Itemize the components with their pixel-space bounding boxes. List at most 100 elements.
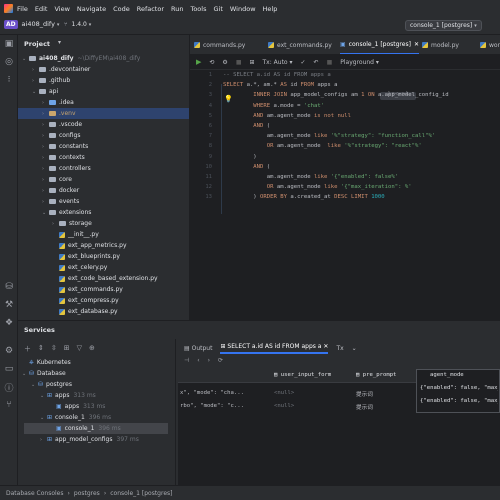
service-item[interactable]: ⌄ ⊞ apps 313 ms bbox=[40, 390, 96, 401]
python-console-icon[interactable]: ❖ bbox=[0, 314, 18, 332]
tree-item[interactable]: › .devcontainer bbox=[32, 64, 90, 75]
menu-item-window[interactable]: Window bbox=[230, 5, 256, 13]
chevron-icon[interactable]: › bbox=[42, 199, 49, 205]
stop-icon[interactable]: ■ bbox=[236, 59, 242, 66]
service-item[interactable]: ⌄ ⛁ Database bbox=[22, 368, 66, 379]
service-item[interactable]: ⌄ ⊞ console_1 396 ms bbox=[40, 412, 111, 423]
editor-tab[interactable]: commands.py bbox=[194, 35, 245, 54]
project-switcher[interactable]: AD ai408_dify ▾ bbox=[4, 20, 59, 29]
tx-icon[interactable]: Tx bbox=[336, 345, 343, 352]
chevron-icon[interactable]: ⌄ bbox=[40, 415, 47, 421]
terminal-tool-icon[interactable]: ▭ bbox=[0, 360, 18, 378]
add-icon[interactable]: ＋ bbox=[24, 344, 31, 354]
service-item[interactable]: ⌄ ⛁ postgres bbox=[31, 379, 72, 390]
menu-item-file[interactable]: File bbox=[17, 5, 28, 13]
chevron-icon[interactable]: › bbox=[32, 67, 39, 73]
service-item[interactable]: ⎈ Kubernetes bbox=[22, 357, 71, 368]
run-config-selector[interactable]: console_1 [postgres] ▾ bbox=[405, 20, 482, 31]
tree-item[interactable]: ext_commands.py bbox=[52, 284, 123, 295]
chevron-icon[interactable]: › bbox=[42, 155, 49, 161]
grid-cell[interactable]: x", "mode": "cha... bbox=[180, 390, 274, 396]
execute-icon[interactable]: ▶ bbox=[196, 58, 201, 66]
tree-item[interactable]: › .idea bbox=[42, 97, 74, 108]
tx-mode-selector[interactable]: Tx: Auto ▾ bbox=[263, 59, 293, 66]
settings-icon[interactable]: ⚙ bbox=[222, 59, 227, 66]
tree-item[interactable]: › .vscode bbox=[42, 119, 82, 130]
tree-item[interactable]: › .github bbox=[32, 75, 70, 86]
close-icon[interactable]: ✕ bbox=[323, 343, 328, 350]
chevron-icon[interactable]: › bbox=[40, 437, 47, 443]
tree-item[interactable]: ⌄ extensions bbox=[42, 207, 91, 218]
navigate-icon[interactable]: ⊣ bbox=[184, 357, 189, 364]
chevron-icon[interactable]: ⌄ bbox=[42, 210, 49, 216]
branch-switcher[interactable]: ⑂ 1.4.0 ▾ bbox=[64, 21, 91, 28]
chevron-icon[interactable]: ⌄ bbox=[32, 89, 39, 95]
service-item[interactable]: ▣ console_1 396 ms bbox=[24, 423, 168, 434]
chevron-icon[interactable]: ⌄ bbox=[22, 371, 29, 377]
tree-item[interactable]: ⌄ ai408_dify ~\DiffyEM\ai408_dify bbox=[22, 53, 140, 64]
menu-item-help[interactable]: Help bbox=[263, 5, 278, 13]
grid-cell[interactable]: 提示词 bbox=[356, 390, 418, 398]
tree-item[interactable]: ext_celery.py bbox=[52, 262, 107, 273]
breadcrumb-item[interactable]: Database Consoles bbox=[6, 490, 63, 497]
tree-item[interactable]: ext_app_metrics.py bbox=[52, 240, 127, 251]
grid-cell[interactable]: rbo", "mode": "c... bbox=[180, 403, 274, 409]
problems-tool-icon[interactable]: ⓘ bbox=[0, 378, 18, 396]
editor-tab[interactable]: model.py bbox=[422, 35, 459, 54]
tree-item[interactable]: __init__.py bbox=[52, 229, 99, 240]
tree-item[interactable]: › storage bbox=[52, 218, 92, 229]
grid-cell[interactable]: <null> bbox=[274, 390, 356, 396]
tree-item[interactable]: › events bbox=[42, 196, 79, 207]
chevron-icon[interactable]: › bbox=[42, 166, 49, 172]
chevron-icon[interactable]: › bbox=[42, 111, 49, 117]
tree-item[interactable]: ext_blueprints.py bbox=[52, 251, 120, 262]
new-icon[interactable]: ⊕ bbox=[89, 344, 95, 354]
close-icon[interactable]: ✕ bbox=[414, 41, 419, 48]
chevron-down-icon[interactable]: ▾ bbox=[58, 39, 61, 46]
editor-tab[interactable]: work bbox=[480, 35, 500, 54]
check-icon[interactable]: ✓ bbox=[301, 59, 306, 66]
tree-item[interactable]: ext_compress.py bbox=[52, 295, 119, 306]
menu-item-tools[interactable]: Tools bbox=[190, 5, 206, 13]
playground-selector[interactable]: Playground ▾ bbox=[340, 59, 379, 66]
editor-tab[interactable]: ext_commands.py bbox=[268, 35, 332, 54]
chevron-icon[interactable]: › bbox=[42, 188, 49, 194]
menu-item-run[interactable]: Run bbox=[171, 5, 183, 13]
tree-item[interactable]: › .venv bbox=[18, 108, 189, 119]
chevron-icon[interactable]: ⌄ bbox=[40, 393, 47, 399]
menu-item-code[interactable]: Code bbox=[113, 5, 130, 13]
prev-icon[interactable]: ‹ bbox=[197, 357, 199, 364]
tree-item[interactable]: › configs bbox=[42, 130, 81, 141]
result-grid[interactable]: ▤ user_input_form▤ pre_prompt▤ agent_mod… bbox=[178, 369, 500, 486]
column-header[interactable]: ▤ user_input_form bbox=[274, 372, 356, 378]
services-tool-icon[interactable]: ⚙ bbox=[0, 342, 18, 360]
tree-item[interactable]: › core bbox=[42, 174, 72, 185]
menu-item-git[interactable]: Git bbox=[213, 5, 222, 13]
sql-editor[interactable]: 💡 1 n<-->1 1 -- SELECT a.id AS id FROM ap… bbox=[190, 70, 500, 320]
service-item[interactable]: › ⊞ app_model_configs 397 ms bbox=[40, 434, 139, 445]
build-tool-icon[interactable]: ⚒ bbox=[0, 296, 18, 314]
tree-item[interactable]: ext_database.py bbox=[52, 306, 118, 317]
tree-item[interactable]: ⌄ api bbox=[32, 86, 58, 97]
menu-item-refactor[interactable]: Refactor bbox=[137, 5, 164, 13]
filter-icon[interactable]: ▽ bbox=[77, 344, 82, 354]
expand-icon[interactable]: ⇕ bbox=[38, 344, 44, 354]
breadcrumb-item[interactable]: console_1 [postgres] bbox=[110, 490, 172, 497]
refresh-icon[interactable]: ⟳ bbox=[218, 357, 223, 364]
chevron-icon[interactable]: ⌄ bbox=[22, 56, 29, 62]
tree-item[interactable]: › docker bbox=[42, 185, 79, 196]
rollback-icon[interactable]: ↶ bbox=[314, 59, 319, 66]
next-icon[interactable]: › bbox=[208, 357, 210, 364]
project-tool-icon[interactable]: ▣ bbox=[0, 35, 18, 53]
menu-item-edit[interactable]: Edit bbox=[35, 5, 48, 13]
breadcrumb-item[interactable]: postgres bbox=[74, 490, 100, 497]
tree-item[interactable]: ext_code_based_extension.py bbox=[52, 273, 158, 284]
column-header[interactable]: ▤ pre_prompt bbox=[356, 372, 418, 378]
chevron-icon[interactable]: › bbox=[42, 177, 49, 183]
output-tab[interactable]: ▤ Output bbox=[184, 345, 212, 352]
tree-item[interactable]: › controllers bbox=[42, 163, 91, 174]
chevron-icon[interactable]: ⌄ bbox=[31, 382, 38, 388]
editor-tab[interactable]: ▣ console_1 [postgres] ✕ bbox=[340, 35, 419, 54]
menu-item-view[interactable]: View bbox=[54, 5, 69, 13]
grid-cell[interactable]: <null> bbox=[274, 403, 356, 409]
